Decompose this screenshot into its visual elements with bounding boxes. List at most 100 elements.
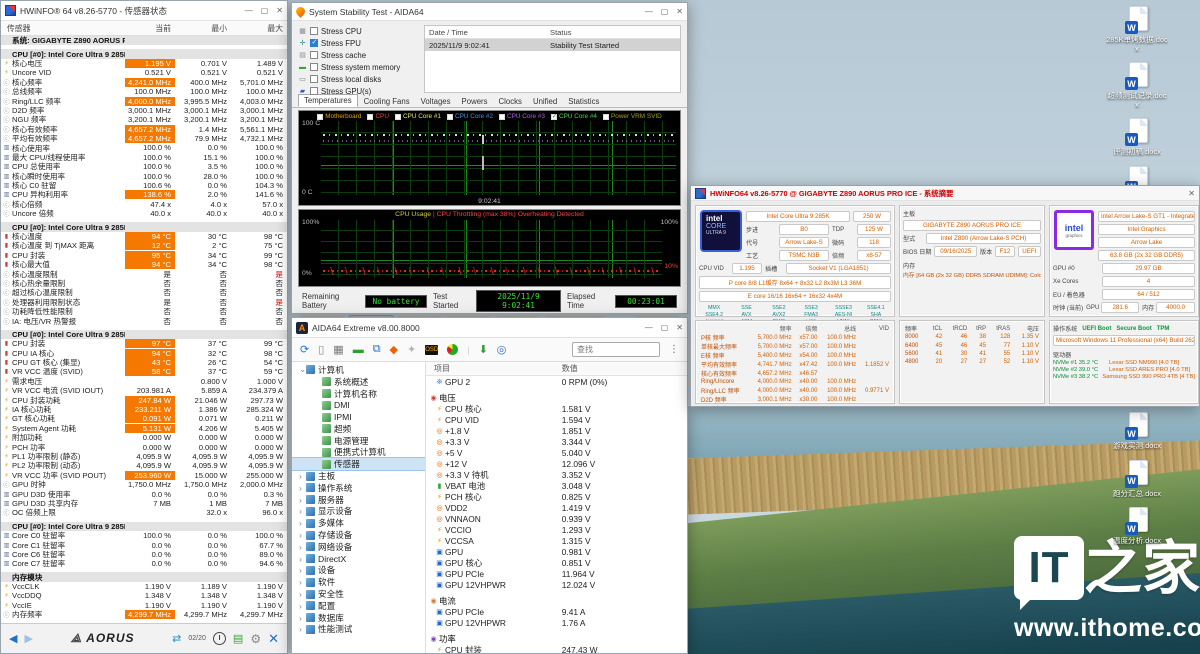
sensor-value-row[interactable]: GPU PCIe 9.41 A: [426, 606, 687, 617]
tree-item[interactable]: 传感器: [292, 458, 425, 470]
tree-item[interactable]: 软件: [292, 576, 425, 588]
test-log-table[interactable]: Date / Time Status 2025/11/9 9:02:41 Sta…: [424, 25, 681, 93]
close-button[interactable]: ✕: [1188, 189, 1195, 198]
tree-item[interactable]: 服务器: [292, 494, 425, 506]
legend-item[interactable]: CPU Core #1: [395, 113, 441, 120]
sensor-value-row[interactable]: +12 V 12.096 V: [426, 458, 687, 469]
tree-item[interactable]: 存储设备: [292, 529, 425, 541]
tree-item[interactable]: 配置: [292, 600, 425, 612]
sensor-value-row[interactable]: GPU 核心 0.851 V: [426, 557, 687, 568]
aida64-titlebar[interactable]: A AIDA64 Extreme v8.00.8000 — ▢ ✕: [292, 318, 687, 338]
sensor-row[interactable]: 核心电压 1.195 V 0.701 V 1.489 V: [1, 59, 287, 68]
maximize-button[interactable]: ▢: [661, 7, 669, 16]
tree-item[interactable]: 计算机: [292, 364, 425, 376]
stress-checkbox[interactable]: [310, 63, 318, 71]
benchmark-flame-icon[interactable]: ◆: [390, 343, 398, 356]
sensor-value-row[interactable]: VCCSA 1.315 V: [426, 535, 687, 546]
sensor-value-row[interactable]: CPU 核心 1.581 V: [426, 403, 687, 414]
col-max[interactable]: 最大: [231, 23, 287, 34]
computer-icon[interactable]: ⧉: [373, 343, 381, 356]
tree-item[interactable]: 显示设备: [292, 506, 425, 518]
stress-option[interactable]: Stress CPU: [298, 25, 418, 37]
stability-tab[interactable]: Powers: [457, 96, 493, 107]
tree-item[interactable]: 计算机名称: [292, 388, 425, 400]
tree-item[interactable]: 多媒体: [292, 517, 425, 529]
search-icon[interactable]: ◎: [497, 343, 507, 356]
legend-checkbox[interactable]: [499, 114, 505, 120]
minimize-button[interactable]: —: [645, 323, 653, 332]
sensor-value-row[interactable]: GPU 12VHPWR 1.76 A: [426, 617, 687, 628]
tree-item[interactable]: 操作系统: [292, 482, 425, 494]
sensor-value-row[interactable]: CPU 封装 247.43 W: [426, 644, 687, 653]
report-icon[interactable]: ▤: [233, 632, 243, 645]
legend-checkbox[interactable]: [603, 114, 609, 120]
tree-item[interactable]: 主板: [292, 470, 425, 482]
update-icon[interactable]: ⬇: [479, 343, 488, 356]
maximize-button[interactable]: ▢: [661, 323, 669, 332]
sensor-value-row[interactable]: PCH 核心 0.825 V: [426, 491, 687, 502]
stability-titlebar[interactable]: System Stability Test - AIDA64 — ▢ ✕: [292, 3, 687, 21]
desktop-icon[interactable]: 285K单烤数据.docx: [1106, 6, 1168, 53]
sensor-row[interactable]: 系统: GIGABYTE Z890 AORUS PRO ICE: [1, 36, 287, 45]
legend-checkbox[interactable]: [395, 114, 401, 120]
sensor-value-row[interactable]: 电压: [426, 392, 687, 403]
next-page-icon[interactable]: ▶: [24, 632, 32, 645]
legend-checkbox[interactable]: [317, 114, 323, 120]
sensor-value-row[interactable]: CPU VID 1.594 V: [426, 414, 687, 425]
tree-item[interactable]: 设备: [292, 565, 425, 577]
legend-checkbox[interactable]: [447, 114, 453, 120]
stress-option[interactable]: Stress local disks: [298, 73, 418, 85]
sensor-value-row[interactable]: VDD2 1.419 V: [426, 502, 687, 513]
stress-checkbox[interactable]: [310, 75, 318, 83]
sync-icon[interactable]: ⇄: [172, 632, 181, 645]
stability-tab[interactable]: Clocks: [494, 96, 527, 107]
sensor-value-row[interactable]: VCCIO 1.293 V: [426, 524, 687, 535]
legend-checkbox[interactable]: [367, 114, 373, 120]
sensor-row[interactable]: VccDDQ 1.348 V 1.348 V 1.348 V: [1, 591, 287, 600]
sensor-value-row[interactable]: VBAT 电池 3.048 V: [426, 480, 687, 491]
stability-tab[interactable]: Unified: [528, 96, 562, 107]
legend-item[interactable]: CPU Core #4: [551, 113, 597, 120]
tree-item[interactable]: 系统概述: [292, 376, 425, 388]
col-sensor[interactable]: 传感器: [1, 23, 125, 34]
tree-item[interactable]: 电源管理: [292, 435, 425, 447]
summary-titlebar[interactable]: HWiNFO64 v8.26-5770 @ GIGABYTE Z890 AORU…: [691, 186, 1199, 201]
stress-option[interactable]: Stress cache: [298, 49, 418, 61]
sensor-value-row[interactable]: +3.3 V 待机 3.352 V: [426, 469, 687, 480]
minimize-button[interactable]: —: [645, 7, 653, 16]
sensor-value-row[interactable]: 功率: [426, 633, 687, 644]
sensor-row[interactable]: 内存频率 4,299.7 MHz 4,299.7 MHz 4,299.7 MHz: [1, 610, 287, 619]
report-icon[interactable]: ▯: [318, 343, 324, 356]
stress-checkbox[interactable]: [310, 87, 318, 95]
desktop-icon[interactable]: 温度分析.docx: [1106, 507, 1168, 546]
stress-checkbox[interactable]: [310, 39, 318, 47]
sensor-value-row[interactable]: VNNAON 0.939 V: [426, 513, 687, 524]
sensor-value-row[interactable]: GPU 0.981 V: [426, 546, 687, 557]
legend-item[interactable]: CPU Core #3: [499, 113, 545, 120]
sensor-value-row[interactable]: GPU 2 0 RPM (0%): [426, 376, 687, 387]
pin-icon[interactable]: ✦: [407, 343, 416, 356]
osd-icon[interactable]: OSD: [425, 345, 438, 355]
tree-item[interactable]: 便携式计算机: [292, 447, 425, 459]
sensor-value-row[interactable]: GPU PCIe 11.964 V: [426, 568, 687, 579]
legend-item[interactable]: Motherboard: [317, 113, 361, 120]
legend-item[interactable]: CPU Core #2: [447, 113, 493, 120]
legend-item[interactable]: CPU: [367, 113, 389, 120]
clock-icon[interactable]: [213, 632, 226, 645]
stability-tab[interactable]: Cooling Fans: [359, 96, 415, 107]
close-button[interactable]: ✕: [676, 323, 683, 332]
stress-checkbox[interactable]: [310, 27, 318, 35]
sensor-row[interactable]: Uncore 倍频 40.0 x 40.0 x 40.0 x: [1, 209, 287, 218]
close-button[interactable]: ✕: [276, 6, 283, 15]
stress-option[interactable]: Stress system memory: [298, 61, 418, 73]
col-min[interactable]: 最小: [175, 23, 231, 34]
maximize-button[interactable]: ▢: [261, 6, 269, 15]
sensor-row[interactable]: OC 倍频上限 32.0 x 96.0 x: [1, 508, 287, 517]
col-value[interactable]: 数值: [562, 363, 578, 374]
desktop-icon[interactable]: 跑分汇总.docx: [1106, 460, 1168, 499]
tree-item[interactable]: DirectX: [292, 553, 425, 565]
tree-item[interactable]: IPMI: [292, 411, 425, 423]
legend-item[interactable]: Power VRM SVID: [603, 113, 662, 120]
sensor-value-row[interactable]: +3.3 V 3.344 V: [426, 436, 687, 447]
more-menu-icon[interactable]: ⋮: [669, 344, 679, 355]
